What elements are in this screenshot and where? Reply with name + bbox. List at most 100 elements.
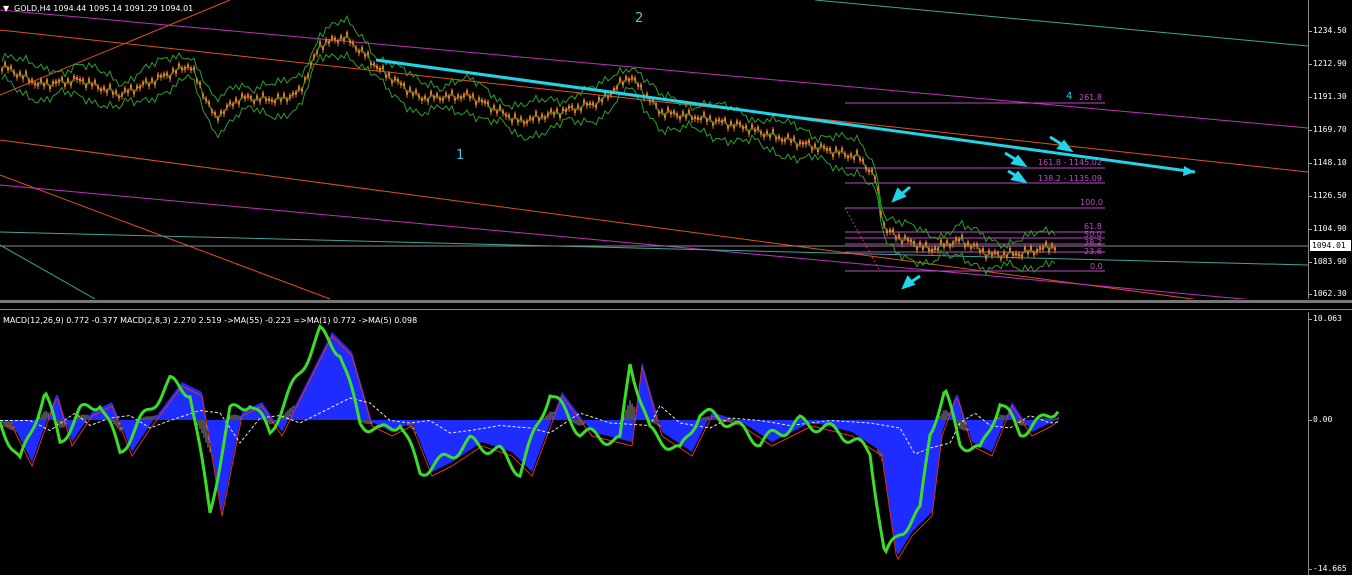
candle-body bbox=[316, 50, 318, 54]
candle-body bbox=[955, 237, 957, 241]
candle-body bbox=[202, 93, 204, 97]
candle-body bbox=[985, 255, 987, 259]
macd-canvas bbox=[0, 323, 1060, 561]
price-tick: 1126.50 bbox=[1309, 191, 1347, 200]
candle-body bbox=[982, 248, 984, 252]
candle-body bbox=[664, 114, 666, 118]
candle-body bbox=[283, 93, 285, 97]
candle-body bbox=[1018, 253, 1020, 257]
candle-body bbox=[631, 76, 633, 80]
symbol-dropdown-icon[interactable]: ▼ bbox=[3, 4, 9, 13]
candle-body bbox=[1015, 252, 1017, 256]
candle-body bbox=[712, 122, 714, 126]
candle-body bbox=[805, 141, 807, 145]
candle-body bbox=[457, 94, 459, 98]
candle-body bbox=[142, 81, 144, 85]
candle-body bbox=[220, 110, 222, 114]
candle-body bbox=[826, 147, 828, 151]
candle-body bbox=[637, 83, 639, 87]
candle-body bbox=[412, 92, 414, 96]
candle-body bbox=[553, 112, 555, 116]
candle-body bbox=[238, 101, 240, 105]
candle-body bbox=[829, 148, 831, 151]
candle-body bbox=[715, 119, 717, 123]
candle-body bbox=[931, 248, 933, 252]
candle-body bbox=[340, 35, 342, 39]
candle-body bbox=[745, 125, 747, 129]
candle-body bbox=[40, 79, 42, 82]
candle-body bbox=[310, 62, 312, 66]
candle-body bbox=[550, 109, 552, 112]
candle-body bbox=[613, 88, 615, 91]
candle-body bbox=[85, 84, 87, 88]
candle-body bbox=[1027, 251, 1029, 255]
candle-body bbox=[883, 222, 885, 226]
candle-body bbox=[466, 90, 468, 94]
candle-body bbox=[925, 242, 927, 246]
pane-separator[interactable] bbox=[0, 300, 1352, 303]
candle-body bbox=[751, 124, 753, 128]
candle-body bbox=[787, 134, 789, 138]
price-axis[interactable]: 1234.50 1212.90 1191.30 1169.70 1148.10 … bbox=[1308, 0, 1352, 299]
candle-body bbox=[583, 100, 585, 103]
candle-body bbox=[823, 145, 825, 149]
channel-line-teal-3 bbox=[0, 244, 96, 299]
candle-body bbox=[307, 74, 309, 78]
candle-body bbox=[289, 95, 291, 98]
candle-body bbox=[244, 96, 246, 100]
candle-body bbox=[235, 98, 237, 101]
candle-body bbox=[280, 98, 282, 102]
candle-body bbox=[178, 63, 180, 67]
candle-body bbox=[409, 87, 411, 91]
candle-body bbox=[1048, 248, 1050, 252]
candle-body bbox=[481, 99, 483, 103]
candle-body bbox=[877, 188, 879, 191]
candle-body bbox=[655, 103, 657, 107]
candle-body bbox=[670, 111, 672, 115]
candle-body bbox=[475, 101, 477, 105]
candle-body bbox=[874, 176, 876, 180]
candle-body bbox=[322, 47, 324, 50]
candle-body bbox=[130, 84, 132, 88]
candle-body bbox=[58, 79, 60, 83]
candle-body bbox=[430, 91, 432, 95]
candle-body bbox=[175, 70, 177, 74]
candle-body bbox=[28, 79, 30, 83]
candle-body bbox=[742, 126, 744, 130]
candle-body bbox=[274, 100, 276, 104]
candle-body bbox=[505, 113, 507, 117]
candle-body bbox=[1006, 254, 1008, 258]
candle-body bbox=[526, 120, 528, 124]
price-tick: 1148.10 bbox=[1309, 158, 1347, 167]
candle-body bbox=[682, 111, 684, 115]
candle-body bbox=[949, 244, 951, 248]
candle-body bbox=[16, 74, 18, 78]
candle-body bbox=[1045, 241, 1047, 245]
candle-body bbox=[940, 239, 942, 243]
candle-body bbox=[4, 62, 6, 65]
candle-body bbox=[361, 47, 363, 51]
candle-body bbox=[988, 250, 990, 254]
candle-body bbox=[649, 99, 651, 103]
candle-body bbox=[31, 79, 33, 82]
candle-body bbox=[292, 92, 294, 96]
candle-body bbox=[919, 241, 921, 245]
candle-body bbox=[772, 129, 774, 132]
candle-body bbox=[301, 88, 303, 92]
candle-body bbox=[991, 252, 993, 256]
macd-indicator-pane[interactable]: MACD(12,26,9) 0.772 -0.377 MACD(2,8,3) 2… bbox=[0, 312, 1308, 575]
indicator-axis[interactable]: 10.063 0.00 -14.665 bbox=[1308, 312, 1352, 575]
candle-body bbox=[760, 131, 762, 135]
price-chart-pane[interactable]: ▼ GOLD,H4 1094.44 1095.14 1091.29 1094.0… bbox=[0, 0, 1308, 299]
candle-body bbox=[811, 147, 813, 151]
candle-body bbox=[391, 80, 393, 84]
pane-divider bbox=[0, 309, 1352, 310]
candle-body bbox=[37, 83, 39, 87]
candle-body bbox=[814, 143, 816, 147]
candle-body bbox=[757, 126, 759, 130]
candle-body bbox=[148, 83, 150, 87]
macd-header: MACD(12,26,9) 0.772 -0.377 MACD(2,8,3) 2… bbox=[3, 316, 418, 325]
candle-body bbox=[109, 84, 111, 88]
candle-body bbox=[928, 248, 930, 252]
candle-body bbox=[208, 101, 210, 105]
